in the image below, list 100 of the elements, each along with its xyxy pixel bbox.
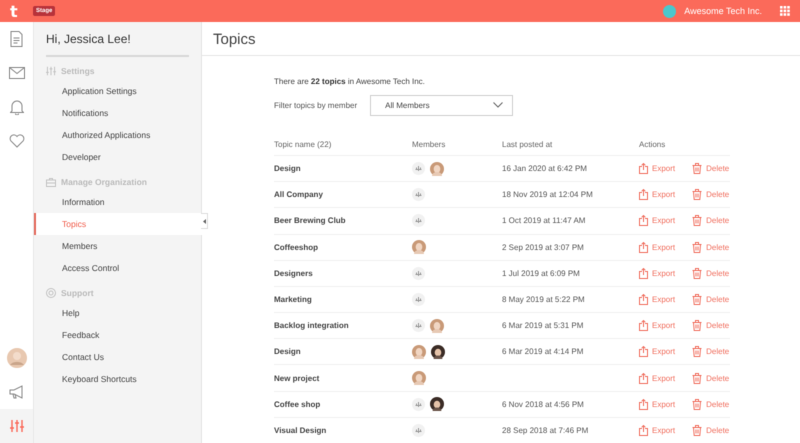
delete-button[interactable]: Delete [692,189,730,200]
bot-icon [412,188,425,202]
logo[interactable]: t [10,2,24,20]
sidebar-item[interactable]: Members [34,235,201,257]
column-header: Last posted at [502,134,639,156]
trash-icon [692,294,702,305]
sidebar-item[interactable]: Help [34,302,201,324]
delete-button[interactable]: Delete [692,215,730,226]
export-icon [639,398,648,410]
bot-icon [412,398,425,411]
export-icon [639,242,648,253]
export-icon [639,320,648,332]
sidebar-item[interactable]: Developer [34,146,201,168]
member-avatar [430,397,444,412]
megaphone-icon[interactable] [8,385,24,399]
section-heading: Manage Organization [61,177,147,187]
export-button[interactable]: Export [639,215,676,226]
trash-icon [692,242,702,253]
member-avatar [430,162,444,176]
export-button[interactable]: Export [639,189,676,200]
sidebar-item[interactable]: Feedback [34,324,201,346]
trash-icon [692,268,702,279]
user-avatar[interactable] [6,348,26,368]
topic-summary: There are 22 topics in Awesome Tech Inc. [274,76,426,86]
bell-icon[interactable] [10,99,24,115]
topic-name: Marketing [274,294,312,304]
export-button[interactable]: Export [639,424,676,436]
topic-name: Coffeeshop [274,242,318,252]
delete-button[interactable]: Delete [692,242,730,253]
bot-icon [412,266,425,280]
bot-icon [412,162,425,176]
export-button[interactable]: Export [639,268,676,279]
page-title: Topics [202,22,800,56]
bot-icon [412,214,425,228]
sidebar-item[interactable]: Application Settings [34,80,201,102]
export-button[interactable]: Export [639,372,676,384]
export-icon [639,424,648,436]
member-avatar [412,371,426,386]
column-header: Members [412,134,502,156]
topic-name: Design [274,164,301,174]
member-avatar [412,344,426,359]
export-icon [639,215,648,226]
export-icon [639,189,648,200]
delete-button[interactable]: Delete [692,398,730,410]
export-button[interactable]: Export [639,294,676,305]
sliders-icon [46,66,56,76]
export-icon [639,268,648,279]
bot-icon [412,424,425,437]
organization-logo-icon [663,4,676,18]
last-posted-time: 6 Mar 2019 at 4:14 PM [502,347,584,356]
sidebar-item[interactable]: Authorized Applications [34,124,201,146]
last-posted-time: 6 Nov 2018 at 4:56 PM [502,400,584,409]
trash-icon [692,163,702,174]
sliders-icon[interactable] [10,419,24,433]
export-icon [639,346,648,358]
delete-button[interactable]: Delete [692,346,730,358]
apps-grid-icon[interactable] [780,6,790,16]
heart-icon[interactable] [8,134,24,148]
member-avatar [430,318,444,333]
topic-name: All Company [274,190,323,200]
export-button[interactable]: Export [639,398,676,410]
export-icon [639,294,648,305]
section-heading: Settings [61,66,95,76]
bot-icon [412,292,425,306]
sidebar-item[interactable]: Keyboard Shortcuts [34,368,201,390]
member-avatar [431,344,445,359]
organization-name[interactable]: Awesome Tech Inc. [684,6,762,16]
mail-icon[interactable] [8,67,24,79]
trash-icon [692,346,702,358]
briefcase-icon [46,178,56,186]
sidebar-item[interactable]: Topics [34,213,202,235]
delete-button[interactable]: Delete [692,424,730,436]
last-posted-time: 16 Jan 2020 at 6:42 PM [502,164,587,174]
last-posted-time: 28 Sep 2018 at 7:46 PM [502,426,588,435]
sidebar-item[interactable]: Information [34,191,201,213]
trash-icon [692,424,702,436]
export-button[interactable]: Export [639,242,676,253]
export-icon [639,372,648,384]
document-icon[interactable] [10,31,23,47]
sidebar-item[interactable]: Access Control [34,257,201,279]
last-posted-time: 1 Oct 2019 at 11:47 AM [502,216,586,226]
delete-button[interactable]: Delete [692,372,730,384]
export-button[interactable]: Export [639,346,676,358]
delete-button[interactable]: Delete [692,163,730,174]
delete-button[interactable]: Delete [692,268,730,279]
trash-icon [692,398,702,410]
collapse-handle[interactable] [201,213,208,229]
export-button[interactable]: Export [639,163,676,174]
sidebar-item[interactable]: Notifications [34,102,201,124]
delete-button[interactable]: Delete [692,294,730,305]
member-avatar [412,240,426,254]
chevron-down-icon [493,102,504,108]
delete-button[interactable]: Delete [692,320,730,332]
sidebar-item[interactable]: Contact Us [34,346,201,368]
topic-name: Designers [274,268,313,278]
topic-name: Design [274,347,301,356]
topic-name: Coffee shop [274,400,320,409]
member-filter-dropdown[interactable]: All Members [370,94,514,116]
trash-icon [692,320,702,332]
export-button[interactable]: Export [639,320,676,332]
